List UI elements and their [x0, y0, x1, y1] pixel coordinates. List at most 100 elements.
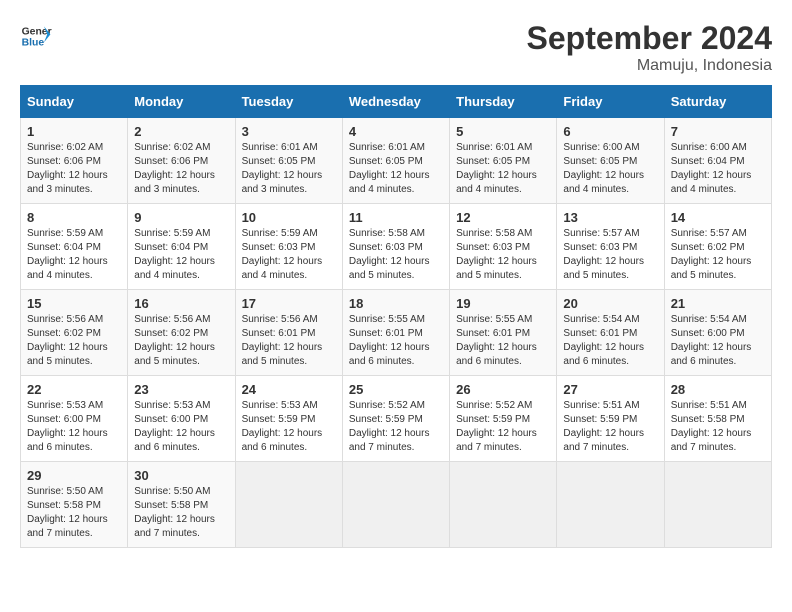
- header-cell-wednesday: Wednesday: [342, 86, 449, 118]
- day-cell: 8Sunrise: 5:59 AM Sunset: 6:04 PM Daylig…: [21, 204, 128, 290]
- day-detail: Sunrise: 6:00 AM Sunset: 6:05 PM Dayligh…: [563, 141, 657, 197]
- week-row-2: 8Sunrise: 5:59 AM Sunset: 6:04 PM Daylig…: [21, 204, 772, 290]
- day-cell: 16Sunrise: 5:56 AM Sunset: 6:02 PM Dayli…: [128, 290, 235, 376]
- day-detail: Sunrise: 6:01 AM Sunset: 6:05 PM Dayligh…: [242, 141, 336, 197]
- header-cell-monday: Monday: [128, 86, 235, 118]
- week-row-1: 1 Sunrise: 6:02 AM Sunset: 6:06 PM Daylig…: [21, 118, 772, 204]
- day-cell: 13 Sunrise: 5:57 AM Sunset: 6:03 PM Dayli…: [557, 204, 664, 290]
- day-detail: Sunrise: 5:58 AM Sunset: 6:03 PM Dayligh…: [456, 227, 550, 283]
- day-cell: 30 Sunrise: 5:50 AM Sunset: 5:58 PM Dayli…: [128, 462, 235, 548]
- day-number: 24: [242, 382, 336, 397]
- day-detail: Sunrise: 5:59 AM Sunset: 6:04 PM Dayligh…: [134, 227, 228, 283]
- day-detail: Sunrise: 6:01 AM Sunset: 6:05 PM Dayligh…: [456, 141, 550, 197]
- day-number: 6: [563, 124, 657, 139]
- day-number: 4: [349, 124, 443, 139]
- day-cell: [450, 462, 557, 548]
- day-detail: Sunrise: 5:53 AM Sunset: 6:00 PM Dayligh…: [27, 399, 121, 455]
- day-detail: Sunrise: 6:02 AM Sunset: 6:06 PM Dayligh…: [27, 141, 121, 197]
- day-detail: Sunrise: 5:53 AM Sunset: 5:59 PM Dayligh…: [242, 399, 336, 455]
- month-title: September 2024: [527, 20, 772, 57]
- day-detail: Sunrise: 6:00 AM Sunset: 6:04 PM Dayligh…: [671, 141, 765, 197]
- day-cell: 6 Sunrise: 6:00 AM Sunset: 6:05 PM Daylig…: [557, 118, 664, 204]
- day-cell: [235, 462, 342, 548]
- day-detail: Sunrise: 5:57 AM Sunset: 6:03 PM Dayligh…: [563, 227, 657, 283]
- day-number: 30: [134, 468, 228, 483]
- day-cell: 2 Sunrise: 6:02 AM Sunset: 6:06 PM Daylig…: [128, 118, 235, 204]
- day-cell: [557, 462, 664, 548]
- day-detail: Sunrise: 6:02 AM Sunset: 6:06 PM Dayligh…: [134, 141, 228, 197]
- day-detail: Sunrise: 5:59 AM Sunset: 6:03 PM Dayligh…: [242, 227, 336, 283]
- day-detail: Sunrise: 5:59 AM Sunset: 6:04 PM Dayligh…: [27, 227, 121, 283]
- week-row-4: 22Sunrise: 5:53 AM Sunset: 6:00 PM Dayli…: [21, 376, 772, 462]
- day-number: 18: [349, 296, 443, 311]
- day-detail: Sunrise: 5:56 AM Sunset: 6:02 PM Dayligh…: [27, 313, 121, 369]
- day-detail: Sunrise: 5:53 AM Sunset: 6:00 PM Dayligh…: [134, 399, 228, 455]
- day-number: 16: [134, 296, 228, 311]
- day-number: 7: [671, 124, 765, 139]
- day-detail: Sunrise: 5:57 AM Sunset: 6:02 PM Dayligh…: [671, 227, 765, 283]
- day-number: 10: [242, 210, 336, 225]
- day-cell: 23 Sunrise: 5:53 AM Sunset: 6:00 PM Dayli…: [128, 376, 235, 462]
- header-cell-saturday: Saturday: [664, 86, 771, 118]
- page-header: General Blue September 2024 Mamuju, Indo…: [20, 20, 772, 75]
- day-cell: 27 Sunrise: 5:51 AM Sunset: 5:59 PM Dayli…: [557, 376, 664, 462]
- day-number: 19: [456, 296, 550, 311]
- location: Mamuju, Indonesia: [527, 57, 772, 75]
- day-number: 13: [563, 210, 657, 225]
- day-cell: 28Sunrise: 5:51 AM Sunset: 5:58 PM Dayli…: [664, 376, 771, 462]
- day-cell: 3 Sunrise: 6:01 AM Sunset: 6:05 PM Daylig…: [235, 118, 342, 204]
- day-cell: 17Sunrise: 5:56 AM Sunset: 6:01 PM Dayli…: [235, 290, 342, 376]
- day-cell: 15 Sunrise: 5:56 AM Sunset: 6:02 PM Dayli…: [21, 290, 128, 376]
- calendar-table: SundayMondayTuesdayWednesdayThursdayFrid…: [20, 85, 772, 548]
- week-row-5: 29 Sunrise: 5:50 AM Sunset: 5:58 PM Dayli…: [21, 462, 772, 548]
- day-number: 20: [563, 296, 657, 311]
- week-row-3: 15 Sunrise: 5:56 AM Sunset: 6:02 PM Dayli…: [21, 290, 772, 376]
- day-cell: 19 Sunrise: 5:55 AM Sunset: 6:01 PM Dayli…: [450, 290, 557, 376]
- day-detail: Sunrise: 5:50 AM Sunset: 5:58 PM Dayligh…: [27, 485, 121, 541]
- day-number: 23: [134, 382, 228, 397]
- day-cell: 24 Sunrise: 5:53 AM Sunset: 5:59 PM Dayli…: [235, 376, 342, 462]
- day-number: 2: [134, 124, 228, 139]
- day-detail: Sunrise: 5:52 AM Sunset: 5:59 PM Dayligh…: [456, 399, 550, 455]
- day-cell: [342, 462, 449, 548]
- day-cell: 21Sunrise: 5:54 AM Sunset: 6:00 PM Dayli…: [664, 290, 771, 376]
- day-cell: 11 Sunrise: 5:58 AM Sunset: 6:03 PM Dayli…: [342, 204, 449, 290]
- day-cell: 18 Sunrise: 5:55 AM Sunset: 6:01 PM Dayli…: [342, 290, 449, 376]
- day-detail: Sunrise: 5:55 AM Sunset: 6:01 PM Dayligh…: [349, 313, 443, 369]
- day-cell: 4 Sunrise: 6:01 AM Sunset: 6:05 PM Daylig…: [342, 118, 449, 204]
- day-detail: Sunrise: 5:52 AM Sunset: 5:59 PM Dayligh…: [349, 399, 443, 455]
- day-cell: 12 Sunrise: 5:58 AM Sunset: 6:03 PM Dayli…: [450, 204, 557, 290]
- day-detail: Sunrise: 5:50 AM Sunset: 5:58 PM Dayligh…: [134, 485, 228, 541]
- day-cell: 25Sunrise: 5:52 AM Sunset: 5:59 PM Dayli…: [342, 376, 449, 462]
- day-number: 5: [456, 124, 550, 139]
- day-number: 27: [563, 382, 657, 397]
- day-detail: Sunrise: 6:01 AM Sunset: 6:05 PM Dayligh…: [349, 141, 443, 197]
- day-cell: 29 Sunrise: 5:50 AM Sunset: 5:58 PM Dayli…: [21, 462, 128, 548]
- day-detail: Sunrise: 5:54 AM Sunset: 6:01 PM Dayligh…: [563, 313, 657, 369]
- svg-text:Blue: Blue: [22, 38, 45, 49]
- logo-icon: General Blue: [20, 20, 52, 52]
- day-cell: [664, 462, 771, 548]
- header-cell-thursday: Thursday: [450, 86, 557, 118]
- day-cell: 9Sunrise: 5:59 AM Sunset: 6:04 PM Daylig…: [128, 204, 235, 290]
- day-cell: 5 Sunrise: 6:01 AM Sunset: 6:05 PM Daylig…: [450, 118, 557, 204]
- day-cell: 26 Sunrise: 5:52 AM Sunset: 5:59 PM Dayli…: [450, 376, 557, 462]
- day-detail: Sunrise: 5:51 AM Sunset: 5:59 PM Dayligh…: [563, 399, 657, 455]
- header-cell-tuesday: Tuesday: [235, 86, 342, 118]
- day-number: 14: [671, 210, 765, 225]
- day-detail: Sunrise: 5:58 AM Sunset: 6:03 PM Dayligh…: [349, 227, 443, 283]
- title-block: September 2024 Mamuju, Indonesia: [527, 20, 772, 75]
- header-cell-friday: Friday: [557, 86, 664, 118]
- day-detail: Sunrise: 5:56 AM Sunset: 6:01 PM Dayligh…: [242, 313, 336, 369]
- day-detail: Sunrise: 5:54 AM Sunset: 6:00 PM Dayligh…: [671, 313, 765, 369]
- day-cell: 1 Sunrise: 6:02 AM Sunset: 6:06 PM Daylig…: [21, 118, 128, 204]
- day-number: 11: [349, 210, 443, 225]
- day-number: 29: [27, 468, 121, 483]
- day-detail: Sunrise: 5:55 AM Sunset: 6:01 PM Dayligh…: [456, 313, 550, 369]
- day-cell: 10 Sunrise: 5:59 AM Sunset: 6:03 PM Dayli…: [235, 204, 342, 290]
- day-number: 3: [242, 124, 336, 139]
- day-number: 26: [456, 382, 550, 397]
- day-number: 12: [456, 210, 550, 225]
- day-number: 1: [27, 124, 121, 139]
- day-number: 15: [27, 296, 121, 311]
